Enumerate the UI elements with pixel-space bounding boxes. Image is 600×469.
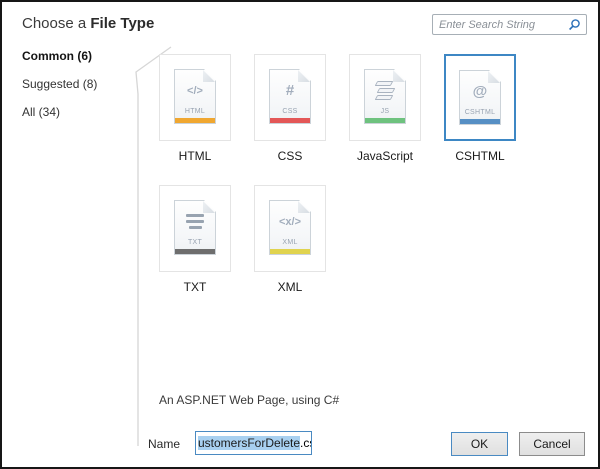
file-color-stripe: [270, 249, 310, 254]
page-title-emphasis: File Type: [90, 15, 154, 32]
choose-file-type-dialog: Choose a File Type Common (6) Suggested …: [0, 0, 600, 469]
file-type-cell: @ CSHTML CSHTML: [444, 54, 516, 163]
file-page-icon: TXT: [174, 200, 216, 255]
file-type-tile-cshtml[interactable]: @ CSHTML: [444, 54, 516, 141]
page-fold-corner-icon: [203, 201, 215, 213]
cancel-button[interactable]: Cancel: [519, 432, 585, 456]
file-icon-text: CSHTML: [460, 109, 500, 116]
page-fold-corner-icon: [203, 70, 215, 82]
file-type-tile-xml[interactable]: <x/> XML: [254, 185, 326, 272]
file-type-tile-css[interactable]: # CSS: [254, 54, 326, 141]
file-color-stripe: [270, 118, 310, 123]
name-field-label: Name: [148, 437, 180, 451]
file-page-icon: <x/> XML: [269, 200, 311, 255]
file-type-grid: </> HTML HTML # CSS CSS JS J: [159, 54, 543, 294]
file-glyph-icon: [365, 70, 405, 108]
file-color-stripe: [175, 249, 215, 254]
name-selected-text: ustomersForDelete: [198, 436, 300, 450]
file-color-stripe: [365, 118, 405, 123]
file-type-label: JavaScript: [357, 149, 413, 163]
file-type-label: CSS: [278, 149, 303, 163]
file-icon-text: TXT: [175, 239, 215, 246]
file-glyph-icon: </>: [175, 70, 215, 108]
search-input[interactable]: [433, 19, 568, 31]
file-type-tile-javascript[interactable]: JS: [349, 54, 421, 141]
file-type-tile-txt[interactable]: TXT: [159, 185, 231, 272]
file-type-label: XML: [278, 280, 303, 294]
file-type-tile-html[interactable]: </> HTML: [159, 54, 231, 141]
file-type-cell: </> HTML HTML: [159, 54, 231, 163]
page-title-prefix: Choose a: [22, 15, 86, 32]
search-box[interactable]: [432, 14, 587, 35]
sidebar-item-all[interactable]: All (34): [22, 105, 132, 119]
file-type-cell: JS JavaScript: [349, 54, 421, 163]
file-glyph-icon: [175, 201, 215, 239]
file-type-cell: # CSS CSS: [254, 54, 326, 163]
file-glyph-icon: #: [270, 70, 310, 108]
category-sidebar: Common (6) Suggested (8) All (34): [22, 49, 132, 133]
name-input[interactable]: ustomersForDelete.cshtml: [195, 431, 312, 455]
file-type-cell: TXT TXT: [159, 185, 231, 294]
file-color-stripe: [175, 118, 215, 123]
file-type-cell: <x/> XML XML: [254, 185, 326, 294]
file-icon-text: CSS: [270, 108, 310, 115]
page-title: Choose a File Type: [22, 15, 154, 32]
file-page-icon: # CSS: [269, 69, 311, 124]
file-color-stripe: [460, 119, 500, 124]
file-type-description: An ASP.NET Web Page, using C#: [159, 393, 339, 407]
file-page-icon: </> HTML: [174, 69, 216, 124]
file-type-label: CSHTML: [455, 149, 504, 163]
sidebar-item-common[interactable]: Common (6): [22, 49, 132, 63]
file-icon-text: HTML: [175, 108, 215, 115]
file-type-label: HTML: [179, 149, 212, 163]
file-page-icon: @ CSHTML: [459, 70, 501, 125]
sidebar-item-suggested[interactable]: Suggested (8): [22, 77, 132, 91]
file-page-icon: JS: [364, 69, 406, 124]
file-icon-text: JS: [365, 108, 405, 115]
file-glyph-icon: @: [460, 71, 500, 109]
name-extension-text: .cshtml: [300, 436, 312, 450]
file-glyph-icon: <x/>: [270, 201, 310, 239]
file-type-label: TXT: [184, 280, 207, 294]
search-icon[interactable]: [568, 18, 581, 31]
ok-button[interactable]: OK: [451, 432, 508, 456]
file-icon-text: XML: [270, 239, 310, 246]
